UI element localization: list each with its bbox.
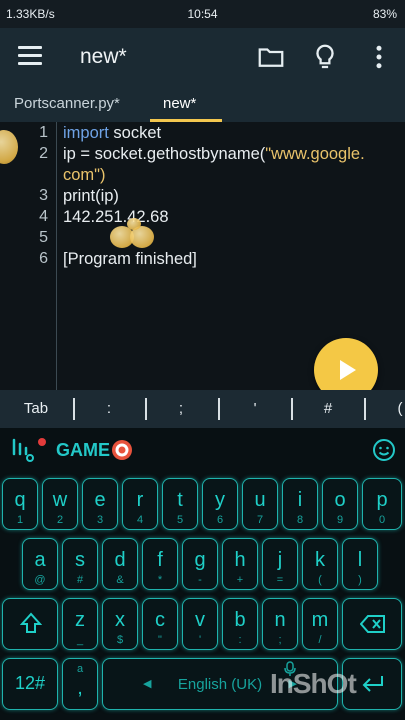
key-u[interactable]: u7 xyxy=(242,478,278,530)
key-v[interactable]: v ' xyxy=(182,598,218,650)
game-banner[interactable]: GAME xyxy=(56,440,110,461)
symbol-key-hash[interactable]: # xyxy=(298,400,358,417)
key-r[interactable]: r4 xyxy=(122,478,158,530)
key-l[interactable]: l) xyxy=(342,538,378,590)
key-c[interactable]: c " xyxy=(142,598,178,650)
key-x[interactable]: x $ xyxy=(102,598,138,650)
folder-icon[interactable] xyxy=(256,42,286,72)
key-f[interactable]: f * xyxy=(142,538,178,590)
separator xyxy=(291,398,293,420)
tab-new[interactable]: new* xyxy=(163,95,196,112)
symbol-key-semicolon[interactable]: ; xyxy=(151,400,211,417)
symbol-key-quote[interactable]: ' xyxy=(225,400,285,417)
numbers-key[interactable]: 12# xyxy=(2,658,58,710)
separator xyxy=(364,398,366,420)
more-options-icon[interactable] xyxy=(364,42,394,72)
key-b[interactable]: b: xyxy=(222,598,258,650)
comma-key[interactable]: a, xyxy=(62,658,98,710)
key-e[interactable]: e3 xyxy=(82,478,118,530)
symbol-key-tab[interactable]: Tab xyxy=(6,400,66,417)
emoji-icon[interactable] xyxy=(372,438,396,462)
key-y[interactable]: y6 xyxy=(202,478,238,530)
target-icon[interactable] xyxy=(110,438,134,462)
separator xyxy=(145,398,147,420)
clock: 10:54 xyxy=(187,7,218,21)
key-h[interactable]: h + xyxy=(222,538,258,590)
record-dot xyxy=(38,438,46,446)
line-number: 4 xyxy=(39,208,48,225)
file-tabs: Portscanner.py* new* xyxy=(0,86,405,122)
key-p[interactable]: p0 xyxy=(362,478,402,530)
shift-key[interactable] xyxy=(2,598,58,650)
menu-icon[interactable] xyxy=(18,46,42,66)
touch-indicator xyxy=(127,218,141,230)
line-number: 6 xyxy=(39,250,48,267)
document-title: new* xyxy=(80,45,127,68)
key-g[interactable]: g- xyxy=(182,538,218,590)
enter-icon xyxy=(362,676,383,692)
backspace-key[interactable] xyxy=(342,598,402,650)
key-s[interactable]: s # xyxy=(62,538,98,590)
key-n[interactable]: n; xyxy=(262,598,298,650)
separator xyxy=(218,398,220,420)
symbol-bar: Tab : ; ' # ( xyxy=(0,390,405,428)
line-number: 3 xyxy=(39,187,48,204)
code-line: [Program finished] xyxy=(63,250,197,268)
code-line: ip = socket.gethostbyname("www.google. xyxy=(63,145,365,163)
key-a[interactable]: a @ xyxy=(22,538,58,590)
app-toolbar: new* xyxy=(0,28,405,86)
code-line-wrap: com") xyxy=(63,166,106,184)
key-q[interactable]: q1 xyxy=(2,478,38,530)
key-m[interactable]: m / xyxy=(302,598,338,650)
key-i[interactable]: i8 xyxy=(282,478,318,530)
key-j[interactable]: j = xyxy=(262,538,298,590)
key-o[interactable]: o9 xyxy=(322,478,358,530)
code-line: print(ip) xyxy=(63,187,119,205)
line-number: 5 xyxy=(39,229,48,246)
code-line: import socket xyxy=(63,124,162,142)
voice-icon[interactable] xyxy=(8,436,34,464)
battery-level: 83% xyxy=(372,7,397,21)
shift-arrow-icon xyxy=(20,612,42,633)
status-bar: 1.33KB/s 10:54 83% xyxy=(0,0,405,28)
key-k[interactable]: k( xyxy=(302,538,338,590)
symbol-key-paren[interactable]: ( xyxy=(370,400,405,417)
key-t[interactable]: t5 xyxy=(162,478,198,530)
symbol-key-colon[interactable]: : xyxy=(79,400,139,417)
lightbulb-icon[interactable] xyxy=(310,42,340,72)
key-w[interactable]: w2 xyxy=(42,478,78,530)
backspace-icon xyxy=(360,615,385,633)
inshot-watermark: InShOt xyxy=(270,668,357,699)
key-d[interactable]: d & xyxy=(102,538,138,590)
separator xyxy=(73,398,75,420)
code-line: 142.251.42.68 xyxy=(63,208,169,226)
keyboard-toolbar: GAME xyxy=(0,428,405,472)
key-z[interactable]: z _ xyxy=(62,598,98,650)
tab-portscanner[interactable]: Portscanner.py* xyxy=(14,95,120,112)
